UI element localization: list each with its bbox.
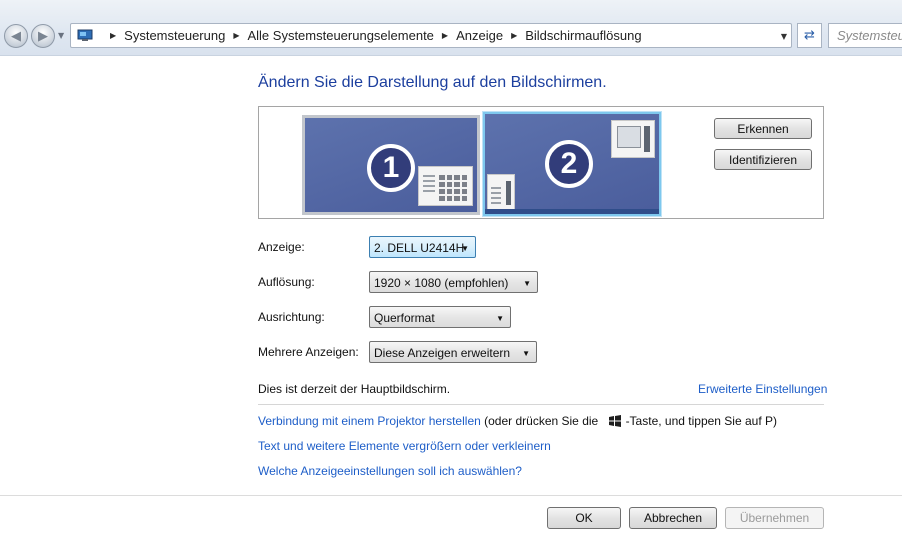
cancel-button[interactable]: Abbrechen [629, 507, 717, 529]
resolution-select-value: 1920 × 1080 (empfohlen) [374, 276, 509, 290]
back-button[interactable]: ◀ [4, 24, 28, 48]
chevron-down-icon: ▼ [461, 244, 469, 253]
breadcrumb-separator-icon[interactable]: ▶ [511, 31, 517, 40]
multiple-displays-select[interactable]: Diese Anzeigen erweitern ▼ [369, 341, 537, 363]
window-preview-icon [487, 174, 515, 210]
page-title: Ändern Sie die Darstellung auf den Bilds… [258, 74, 607, 91]
identify-button[interactable]: Identifizieren [714, 149, 812, 170]
divider [258, 404, 824, 405]
taskbar-preview [485, 209, 659, 214]
text-size-link[interactable]: Text und weitere Elemente vergrößern ode… [258, 439, 551, 453]
window-preview-icon [418, 166, 473, 206]
monitor-number: 1 [367, 144, 415, 192]
recent-pages-dropdown[interactable]: ▼ [58, 31, 64, 40]
projector-hint-before: (oder drücken Sie die [484, 414, 599, 428]
display-label: Anzeige: [258, 240, 305, 254]
breadcrumb-separator-icon[interactable]: ▶ [442, 31, 448, 40]
breadcrumb-all-items[interactable]: Alle Systemsteuerungselemente [247, 28, 433, 43]
chevron-down-icon: ▼ [496, 314, 504, 323]
window-preview-icon [611, 120, 655, 158]
chevron-down-icon: ▼ [523, 279, 531, 288]
breadcrumb-separator-icon[interactable]: ▶ [233, 31, 239, 40]
projector-link[interactable]: Verbindung mit einem Projektor herstelle… [258, 414, 481, 428]
projector-hint-after: -Taste, und tippen Sie auf P) [625, 414, 777, 428]
detect-button[interactable]: Erkennen [714, 118, 812, 139]
breadcrumb-separator-icon: ▶ [110, 31, 117, 40]
windows-logo-icon [608, 415, 622, 430]
chevron-down-icon: ▼ [522, 349, 530, 358]
footer-divider [0, 495, 902, 496]
forward-button[interactable]: ▶ [31, 24, 55, 48]
orientation-select-value: Querformat [374, 311, 435, 325]
display-select[interactable]: 2. DELL U2414H ▼ [369, 236, 476, 258]
display-settings-help-link[interactable]: Welche Anzeigeeinstellungen soll ich aus… [258, 464, 522, 478]
orientation-select[interactable]: Querformat ▼ [369, 306, 511, 328]
breadcrumb-resolution[interactable]: Bildschirmauflösung [525, 28, 641, 43]
resolution-label: Auflösung: [258, 275, 315, 289]
monitor-1[interactable]: 1 [302, 115, 480, 215]
refresh-button[interactable]: ⇄ [797, 23, 822, 48]
search-input[interactable]: Systemsteuerung durchsuchen [828, 23, 902, 48]
display-select-value: 2. DELL U2414H [374, 241, 465, 255]
address-history-dropdown[interactable]: ▼ [781, 32, 787, 41]
address-bar[interactable]: ▶ Systemsteuerung ▶ Alle Systemsteuerung… [70, 23, 792, 48]
multiple-displays-label: Mehrere Anzeigen: [258, 345, 359, 359]
arrow-left-icon: ◀ [11, 28, 21, 44]
ok-button[interactable]: OK [547, 507, 621, 529]
advanced-settings-link[interactable]: Erweiterte Einstellungen [698, 382, 827, 396]
refresh-icon: ⇄ [804, 28, 815, 43]
orientation-label: Ausrichtung: [258, 310, 325, 324]
resolution-select[interactable]: 1920 × 1080 (empfohlen) ▼ [369, 271, 538, 293]
breadcrumb-display[interactable]: Anzeige [456, 28, 503, 43]
multiple-displays-select-value: Diese Anzeigen erweitern [374, 346, 511, 360]
apply-button[interactable]: Übernehmen [725, 507, 824, 529]
main-display-status: Dies ist derzeit der Hauptbildschirm. [258, 382, 451, 396]
breadcrumb-systemsteuerung[interactable]: Systemsteuerung [124, 28, 225, 43]
monitor-number: 2 [545, 140, 593, 188]
navigation-bar: ◀ ▶ ▼ ▶ Systemsteuerung ▶ Alle Systemste… [0, 0, 902, 56]
arrow-right-icon: ▶ [38, 28, 48, 44]
projector-line: Verbindung mit einem Projektor herstelle… [258, 414, 777, 430]
monitor-2[interactable]: 2 [483, 112, 661, 216]
control-panel-icon [76, 29, 94, 43]
